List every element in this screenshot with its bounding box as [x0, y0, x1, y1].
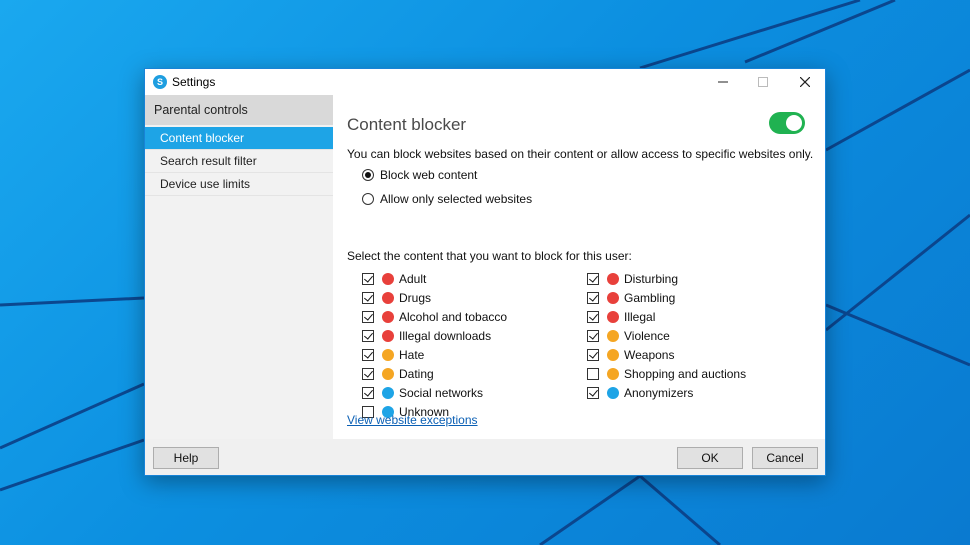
category-label: Gambling — [624, 291, 676, 305]
minimize-button[interactable] — [703, 69, 743, 95]
content-blocker-toggle[interactable] — [769, 112, 805, 134]
view-website-exceptions-link[interactable]: View website exceptions — [347, 413, 478, 427]
weapons-icon — [607, 349, 619, 361]
category-label: Alcohol and tobacco — [399, 310, 508, 324]
social-icon — [382, 387, 394, 399]
category-checkbox[interactable] — [587, 273, 599, 285]
category-label: Violence — [624, 329, 670, 343]
content-panel: Content blocker You can block websites b… — [333, 95, 825, 439]
category-checkbox[interactable] — [587, 292, 599, 304]
category-checkbox[interactable] — [362, 273, 374, 285]
category-label: Disturbing — [624, 272, 679, 286]
category-label: Hate — [399, 348, 425, 362]
category-label: Illegal downloads — [399, 329, 492, 343]
category-violence[interactable]: Violence — [587, 328, 670, 344]
help-button[interactable]: Help — [153, 447, 219, 469]
category-label: Adult — [399, 272, 427, 286]
category-social-networks[interactable]: Social networks — [362, 385, 483, 401]
category-checkbox[interactable] — [587, 330, 599, 342]
illegal-icon — [607, 311, 619, 323]
minimize-icon — [718, 81, 728, 83]
close-icon — [800, 77, 810, 87]
radio-allow-selected-websites[interactable]: Allow only selected websites — [362, 191, 532, 207]
maximize-button[interactable] — [743, 69, 783, 95]
app-logo-icon: S — [153, 75, 167, 89]
adult-icon — [382, 273, 394, 285]
ok-button[interactable]: OK — [677, 447, 743, 469]
select-content-label: Select the content that you want to bloc… — [347, 249, 632, 263]
settings-window: S Settings Parental controls Content blo… — [144, 68, 826, 476]
category-hate[interactable]: Hate — [362, 347, 424, 363]
category-checkbox[interactable] — [362, 368, 374, 380]
radio-label: Block web content — [380, 168, 478, 182]
category-checkbox[interactable] — [362, 311, 374, 323]
category-dating[interactable]: Dating — [362, 366, 434, 382]
download-icon — [382, 330, 394, 342]
close-button[interactable] — [785, 69, 825, 95]
category-checkbox[interactable] — [362, 292, 374, 304]
radio-label: Allow only selected websites — [380, 192, 533, 206]
description-text: You can block websites based on their co… — [347, 147, 814, 161]
category-label: Dating — [399, 367, 434, 381]
alcohol-icon — [382, 311, 394, 323]
shopping-icon — [607, 368, 619, 380]
sidebar-item-search-result-filter[interactable]: Search result filter — [145, 150, 333, 173]
sidebar-item-content-blocker[interactable]: Content blocker — [145, 127, 333, 150]
category-checkbox[interactable] — [587, 311, 599, 323]
cancel-button[interactable]: Cancel — [752, 447, 818, 469]
category-label: Drugs — [399, 291, 432, 305]
category-label: Illegal — [624, 310, 656, 324]
category-checkbox[interactable] — [587, 368, 599, 380]
gambling-icon — [607, 292, 619, 304]
violence-icon — [607, 330, 619, 342]
category-illegal[interactable]: Illegal — [587, 309, 655, 325]
category-illegal-downloads[interactable]: Illegal downloads — [362, 328, 491, 344]
footer-bar: Help OK Cancel — [145, 439, 825, 475]
category-label: Weapons — [624, 348, 675, 362]
maximize-icon — [758, 77, 768, 87]
dating-icon — [382, 368, 394, 380]
page-title: Content blocker — [347, 115, 467, 134]
window-title: Settings — [172, 75, 216, 89]
category-adult[interactable]: Adult — [362, 271, 426, 287]
category-alcohol-and-tobacco[interactable]: Alcohol and tobacco — [362, 309, 507, 325]
sidebar-header[interactable]: Parental controls — [145, 95, 333, 125]
category-checkbox[interactable] — [587, 349, 599, 361]
category-checkbox[interactable] — [587, 387, 599, 399]
radio-button[interactable] — [362, 169, 374, 181]
radio-block-web-content[interactable]: Block web content — [362, 167, 477, 183]
category-anonymizers[interactable]: Anonymizers — [587, 385, 693, 401]
category-weapons[interactable]: Weapons — [587, 347, 674, 363]
radio-button[interactable] — [362, 193, 374, 205]
category-label: Shopping and auctions — [624, 367, 747, 381]
category-gambling[interactable]: Gambling — [587, 290, 675, 306]
category-shopping-and-auctions[interactable]: Shopping and auctions — [587, 366, 746, 382]
category-checkbox[interactable] — [362, 349, 374, 361]
category-label: Anonymizers — [624, 386, 694, 400]
sidebar-item-device-use-limits[interactable]: Device use limits — [145, 173, 333, 196]
sidebar: Parental controls Content blocker Search… — [145, 95, 333, 439]
drugs-icon — [382, 292, 394, 304]
category-drugs[interactable]: Drugs — [362, 290, 431, 306]
disturbing-icon — [607, 273, 619, 285]
category-checkbox[interactable] — [362, 330, 374, 342]
anonymizers-icon — [607, 387, 619, 399]
category-disturbing[interactable]: Disturbing — [587, 271, 678, 287]
category-checkbox[interactable] — [362, 387, 374, 399]
hate-icon — [382, 349, 394, 361]
category-label: Social networks — [399, 386, 484, 400]
title-bar[interactable]: S Settings — [145, 69, 825, 95]
